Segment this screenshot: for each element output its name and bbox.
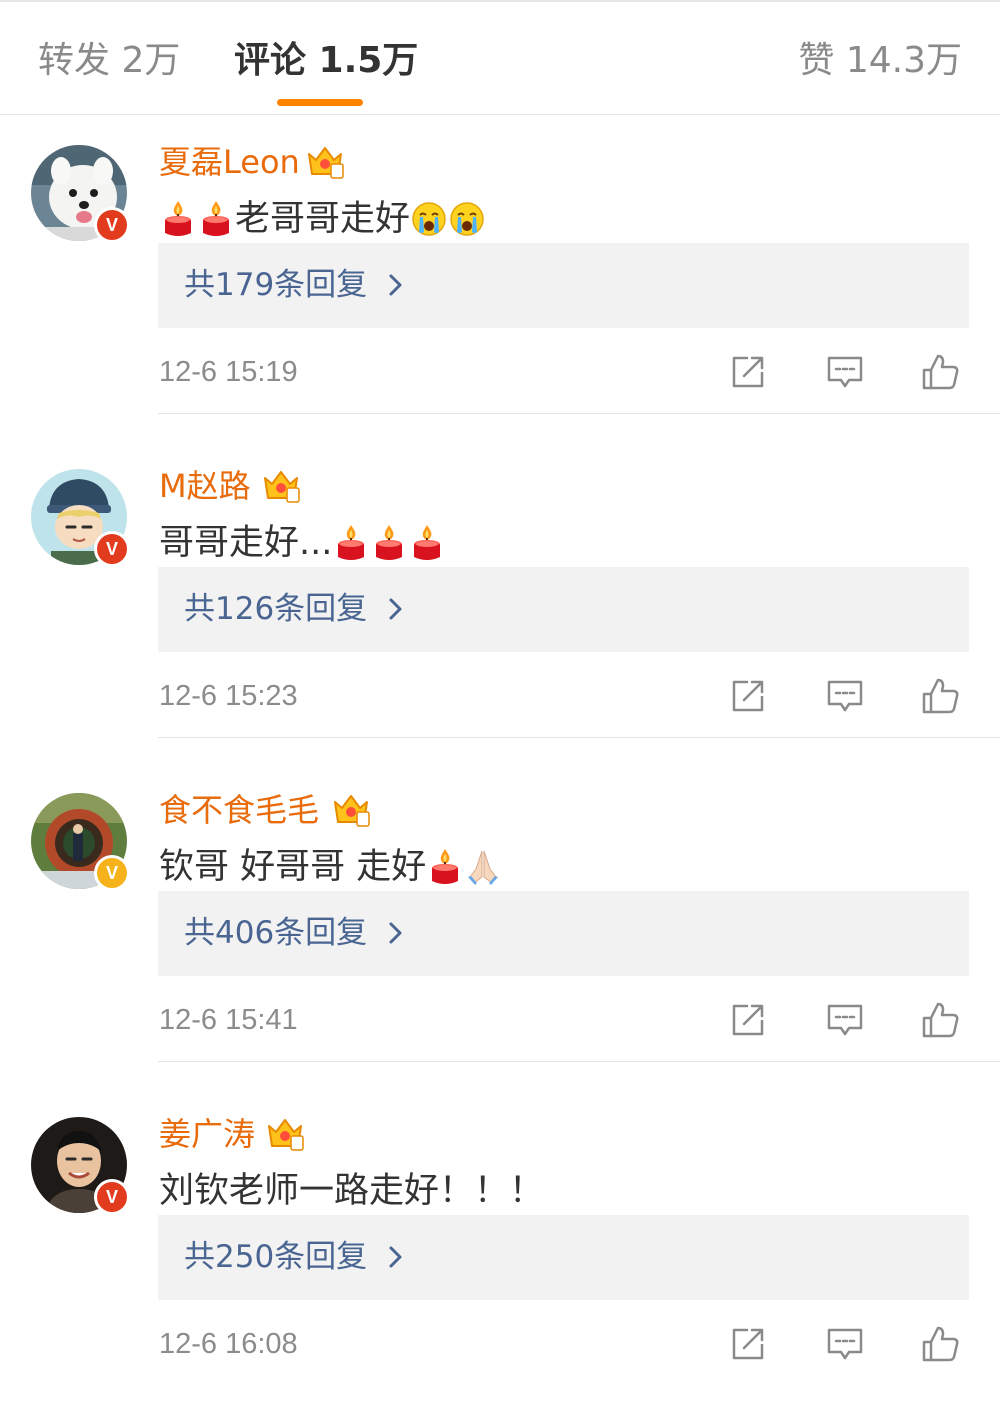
comment-icon[interactable] — [825, 352, 865, 392]
crown-level-icon — [262, 468, 300, 504]
comment-timestamp: 12-6 15:23 — [159, 680, 298, 712]
crying-face-emoji-icon — [449, 199, 485, 239]
comment-timestamp: 12-6 15:19 — [159, 356, 298, 388]
comment-text-body: 哥哥走好... — [159, 523, 333, 563]
candle-emoji-icon — [427, 847, 463, 887]
reply-count: 共250条回复 — [184, 1239, 368, 1275]
chevron-right-icon — [386, 597, 406, 621]
chevron-right-icon — [386, 921, 406, 945]
candle-emoji-icon — [371, 523, 407, 563]
view-replies-button[interactable]: 共250条回复 — [158, 1215, 969, 1300]
comment-timestamp: 12-6 15:41 — [159, 1004, 298, 1036]
like-icon[interactable] — [920, 1000, 960, 1040]
tab-bar: 转发 2万 评论 1.5万 赞 14.3万 — [0, 2, 1000, 115]
verified-badge-icon: V — [94, 531, 130, 567]
divider — [158, 1061, 1000, 1062]
like-icon[interactable] — [920, 352, 960, 392]
view-replies-button[interactable]: 共179条回复 — [158, 243, 969, 328]
reply-count: 共126条回复 — [184, 591, 368, 627]
verified-badge-icon: V — [94, 207, 130, 243]
verified-badge-icon: V — [94, 1179, 130, 1215]
comment-text-body: 老哥哥走好 — [235, 199, 411, 239]
comment-text: 钦哥 好哥哥 走好 — [159, 844, 502, 890]
comment-username[interactable]: 姜广涛 — [159, 1112, 255, 1156]
candle-emoji-icon — [198, 199, 234, 239]
verified-badge-icon: V — [94, 855, 130, 891]
divider — [158, 413, 1000, 414]
tab-repost[interactable]: 转发 2万 — [38, 38, 180, 84]
comment-username[interactable]: M赵路 — [159, 464, 251, 508]
share-icon[interactable] — [728, 676, 768, 716]
comment-icon[interactable] — [825, 1000, 865, 1040]
candle-emoji-icon — [409, 523, 445, 563]
share-icon[interactable] — [728, 1324, 768, 1364]
share-icon[interactable] — [728, 1000, 768, 1040]
comment-icon[interactable] — [825, 1324, 865, 1364]
comment-item: V 食不食毛毛 钦哥 好哥哥 走好 共406条回复 12-6 15:41 — [0, 762, 1000, 1086]
crying-face-emoji-icon — [411, 199, 447, 239]
comment-timestamp: 12-6 16:08 — [159, 1328, 298, 1360]
share-icon[interactable] — [728, 352, 768, 392]
reply-count: 共406条回复 — [184, 915, 368, 951]
comment-text-body: 钦哥 好哥哥 走好 — [159, 847, 427, 887]
reply-count: 共179条回复 — [184, 267, 368, 303]
chevron-right-icon — [386, 1245, 406, 1269]
tab-likes[interactable]: 赞 14.3万 — [798, 38, 962, 84]
comment-text: 哥哥走好... — [159, 520, 446, 566]
view-replies-button[interactable]: 共126条回复 — [158, 567, 969, 652]
crown-level-icon — [332, 792, 370, 828]
comment-text: 刘钦老师一路走好！！！ — [159, 1168, 544, 1214]
candle-emoji-icon — [333, 523, 369, 563]
crown-level-icon — [306, 144, 344, 180]
like-icon[interactable] — [920, 1324, 960, 1364]
active-tab-indicator — [277, 99, 363, 106]
comment-icon[interactable] — [825, 676, 865, 716]
comment-text: 老哥哥走好 — [159, 196, 486, 242]
comment-username[interactable]: 食不食毛毛 — [159, 788, 319, 832]
praying-hands-emoji-icon — [465, 847, 501, 887]
comment-item: V 姜广涛 刘钦老师一路走好！！！ 共250条回复 12-6 16:08 — [0, 1086, 1000, 1410]
tab-comments[interactable]: 评论 1.5万 — [234, 38, 418, 84]
comment-item: V 夏磊Leon 老哥哥走好 共179条回复 12-6 15:19 — [0, 114, 1000, 438]
comment-item: V M赵路 哥哥走好... 共126条回复 12-6 15:23 — [0, 438, 1000, 762]
view-replies-button[interactable]: 共406条回复 — [158, 891, 969, 976]
crown-level-icon — [266, 1116, 304, 1152]
like-icon[interactable] — [920, 676, 960, 716]
chevron-right-icon — [386, 273, 406, 297]
candle-emoji-icon — [160, 199, 196, 239]
comment-username[interactable]: 夏磊Leon — [159, 140, 300, 184]
comment-text-body: 刘钦老师一路走好！！！ — [159, 1171, 545, 1211]
divider — [158, 737, 1000, 738]
